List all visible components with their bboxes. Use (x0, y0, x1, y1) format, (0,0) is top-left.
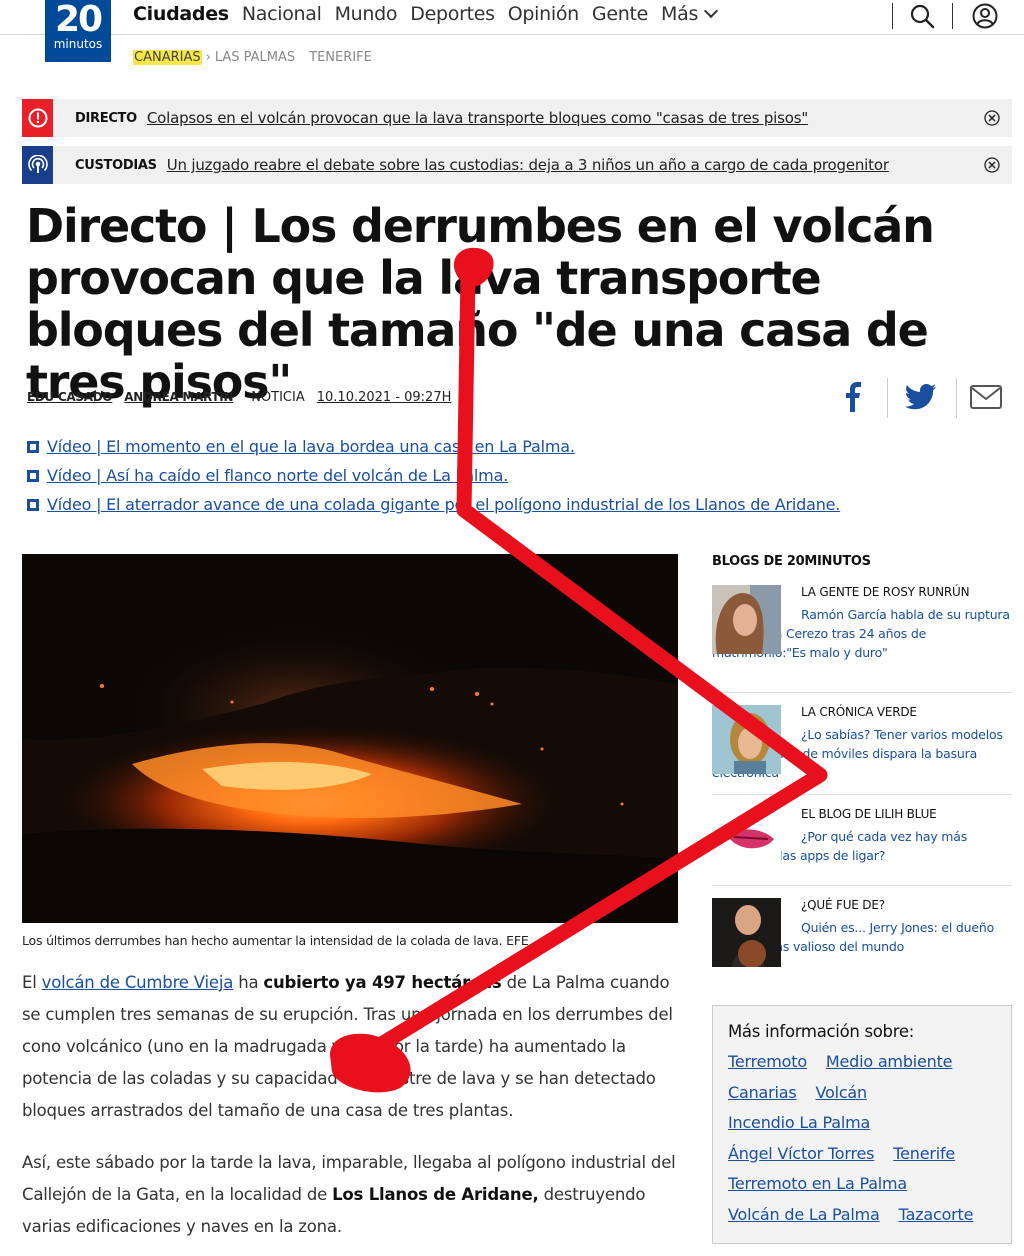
chevron-right-icon: › (205, 50, 211, 65)
chevron-down-icon (704, 3, 719, 19)
nav-item-mas[interactable]: Más (661, 3, 719, 25)
author-link[interactable]: EDU CASADO (27, 390, 113, 405)
facebook-share-button[interactable] (824, 376, 884, 418)
twitter-icon (905, 384, 936, 410)
topic-tag-link[interactable]: Canarias (728, 1078, 797, 1109)
photo-caption: Los últimos derrumbes han hecho aumentar… (22, 933, 529, 948)
facebook-icon (846, 382, 861, 412)
divider (712, 794, 1012, 795)
blog-thumbnail (712, 705, 781, 774)
alert-bar-directo[interactable]: DIRECTO Colapsos en el volcán provocan q… (22, 99, 1012, 137)
topic-tag-link[interactable]: Volcán (816, 1078, 868, 1109)
bullet-square-icon (27, 498, 39, 511)
close-icon[interactable] (984, 157, 1000, 173)
article-date: 10.10.2021 - 09:27H (316, 390, 452, 405)
text-bold: cubierto ya 497 hectáreas (263, 973, 502, 992)
text-bold: Los Llanos de Aridane, (332, 1185, 539, 1204)
bullet-square-icon (27, 440, 39, 453)
topic-tag-link[interactable]: Tazacorte (899, 1200, 974, 1231)
related-link-item: Vídeo | Así ha caído el flanco norte del… (27, 461, 840, 490)
blog-thumbnail (712, 807, 781, 876)
logo-number: 20 (54, 0, 103, 40)
share-divider (887, 378, 888, 418)
close-icon[interactable] (984, 110, 1000, 126)
email-share-button[interactable] (956, 376, 1016, 418)
related-link[interactable]: Vídeo | El momento en el que la lava bor… (47, 432, 575, 461)
header-divider (952, 3, 953, 29)
blog-name: LA CRÓNICA VERDE (801, 705, 917, 719)
topic-tag-link[interactable]: Terremoto (728, 1047, 807, 1078)
blog-name: ¿QUÉ FUE DE? (801, 898, 885, 912)
article-byline: EDU CASADO ANDREA MARTIN NOTICIA 10.10.2… (27, 390, 451, 405)
nav-item-deportes[interactable]: Deportes (410, 3, 495, 25)
subnav-current[interactable]: CANARIAS (133, 50, 202, 65)
header-divider (892, 3, 893, 29)
nav-item-mas-label: Más (661, 3, 699, 25)
related-link-item: Vídeo | El momento en el que la lava bor… (27, 432, 840, 461)
divider (712, 692, 1012, 693)
logo-text: minutos (53, 37, 103, 51)
article-paragraph: Así, este sábado por la tarde la lava, i… (22, 1147, 682, 1243)
podcast-icon (22, 146, 53, 184)
blog-item[interactable]: ¿QUÉ FUE DE? Quién es... Jerry Jones: el… (712, 898, 1012, 967)
nav-item-ciudades[interactable]: Ciudades (133, 3, 229, 25)
twitter-share-button[interactable] (891, 376, 951, 418)
region-subnav: CANARIAS › LAS PALMAS TENERIFE (133, 50, 386, 65)
more-info-box: Más información sobre: Terremoto Medio a… (712, 1005, 1012, 1244)
article-photo (22, 554, 678, 923)
article-inline-link[interactable]: volcán de Cumbre Vieja (42, 973, 234, 992)
nav-item-gente[interactable]: Gente (592, 3, 648, 25)
divider (712, 885, 1012, 886)
nav-item-opinion[interactable]: Opinión (508, 3, 579, 25)
blogs-section-title: BLOGS DE 20MINUTOS (712, 554, 871, 569)
topic-tag-link[interactable]: Ángel Víctor Torres (728, 1139, 874, 1170)
alert-message[interactable]: Colapsos en el volcán provocan que la la… (147, 109, 808, 127)
article-kind: NOTICIA (251, 390, 305, 405)
alert-icon (22, 99, 53, 137)
site-header: 20 minutos Ciudades Nacional Mundo Depor… (0, 0, 1024, 62)
topic-tags: Terremoto Medio ambiente Canarias Volcán… (728, 1047, 996, 1230)
related-link-item: Vídeo | El aterrador avance de una colad… (27, 490, 840, 519)
subnav-item[interactable]: LAS PALMAS (215, 50, 295, 65)
alert-bar-custodias[interactable]: CUSTODIAS Un juzgado reabre el debate so… (22, 146, 1012, 184)
user-account-icon[interactable] (972, 3, 998, 29)
text-segment: El (22, 973, 42, 992)
alert-tag: DIRECTO (75, 110, 137, 126)
nav-item-nacional[interactable]: Nacional (242, 3, 322, 25)
bullet-square-icon (27, 469, 39, 482)
site-logo[interactable]: 20 minutos (45, 0, 111, 62)
topic-tag-link[interactable]: Medio ambiente (826, 1047, 953, 1078)
blog-thumbnail (712, 898, 781, 967)
blog-thumbnail (712, 585, 781, 654)
article-paragraph: El volcán de Cumbre Vieja ha cubierto ya… (22, 967, 682, 1127)
topic-tag-link[interactable]: Volcán de La Palma (728, 1200, 880, 1231)
main-nav: Ciudades Nacional Mundo Deportes Opinión… (133, 3, 729, 25)
blog-item[interactable]: EL BLOG DE LILIH BLUE ¿Por qué cada vez … (712, 807, 1012, 876)
topic-tag-link[interactable]: Incendio La Palma (728, 1108, 870, 1139)
topic-tag-link[interactable]: Tenerife (893, 1139, 955, 1170)
alert-message[interactable]: Un juzgado reabre el debate sobre las cu… (167, 156, 889, 174)
related-link[interactable]: Vídeo | Así ha caído el flanco norte del… (47, 461, 508, 490)
more-info-title: Más información sobre: (728, 1022, 914, 1041)
blog-name: EL BLOG DE LILIH BLUE (801, 807, 937, 821)
blog-name: LA GENTE DE ROSY RUNRÚN (801, 585, 970, 599)
author-link[interactable]: ANDREA MARTIN (124, 390, 233, 405)
email-icon (970, 385, 1002, 409)
topic-tag-link[interactable]: Terremoto en La Palma (728, 1169, 907, 1200)
subnav-item[interactable]: TENERIFE (309, 50, 372, 65)
related-links: Vídeo | El momento en el que la lava bor… (27, 432, 840, 519)
nav-item-mundo[interactable]: Mundo (335, 3, 398, 25)
text-segment: ha (233, 973, 264, 992)
alert-tag: CUSTODIAS (75, 157, 157, 173)
related-link[interactable]: Vídeo | El aterrador avance de una colad… (47, 490, 840, 519)
blog-item[interactable]: LA CRÓNICA VERDE ¿Lo sabías? Tener vario… (712, 705, 1012, 782)
text-segment: de La Palma cuando se cumplen tres seman… (22, 973, 673, 1120)
blog-item[interactable]: LA GENTE DE ROSY RUNRÚN Ramón García hab… (712, 585, 1012, 662)
search-icon[interactable] (909, 3, 935, 29)
